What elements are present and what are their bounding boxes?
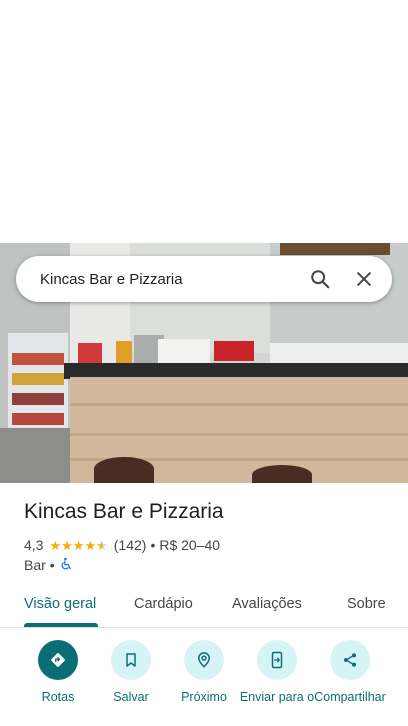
star-icon: ★ [72, 537, 85, 553]
category: Bar [24, 557, 46, 573]
bookmark-icon [111, 640, 151, 680]
save-button[interactable]: Salvar [91, 640, 171, 704]
share-icon [330, 640, 370, 680]
share-label: Compartilhar [314, 690, 386, 704]
star-icon: ★ [84, 537, 97, 553]
search-input[interactable]: Kincas Bar e Pizzaria [40, 271, 306, 288]
tab-menu[interactable]: Cardápio [134, 596, 193, 612]
action-bar: Rotas Salvar Próximo Enviar para o Compa… [0, 640, 408, 726]
tab-bar: Visão geral Cardápio Avaliações Sobre [0, 594, 408, 628]
close-icon[interactable] [350, 265, 378, 293]
directions-icon [38, 640, 78, 680]
category-row: Bar • [24, 556, 73, 574]
search-icon[interactable] [306, 265, 334, 293]
rating-value: 4,3 [24, 537, 44, 553]
map-area[interactable] [0, 0, 408, 243]
separator: • [150, 537, 156, 553]
tab-reviews[interactable]: Avaliações [232, 596, 302, 612]
share-button[interactable]: Compartilhar [310, 640, 390, 704]
separator: • [49, 557, 55, 573]
save-label: Salvar [113, 690, 149, 704]
tab-overview[interactable]: Visão geral [24, 596, 96, 612]
send-to-phone-button[interactable]: Enviar para o [237, 640, 317, 704]
tab-about[interactable]: Sobre [347, 596, 386, 612]
half-star-icon: ★ [96, 537, 108, 553]
star-icon: ★ [49, 537, 62, 553]
review-count: (142) [113, 537, 147, 553]
nearby-label: Próximo [181, 690, 227, 704]
nearby-button[interactable]: Próximo [164, 640, 244, 704]
nearby-icon [184, 640, 224, 680]
star-icon: ★ [61, 537, 73, 553]
rating-stars: ★ ★ ★ ★ ★ [49, 539, 107, 552]
price-range: R$ 20–40 [159, 537, 221, 553]
search-bar[interactable]: Kincas Bar e Pizzaria [16, 256, 392, 302]
wheelchair-icon [59, 557, 73, 574]
send-to-phone-label: Enviar para o [239, 690, 315, 704]
directions-button[interactable]: Rotas [18, 640, 98, 704]
rating-row[interactable]: 4,3 ★ ★ ★ ★ ★ (142) • R$ 20–40 [24, 536, 220, 554]
place-title: Kincas Bar e Pizzaria [24, 500, 224, 523]
directions-label: Rotas [41, 690, 75, 704]
send-to-phone-icon [257, 640, 297, 680]
active-tab-indicator [24, 623, 98, 627]
